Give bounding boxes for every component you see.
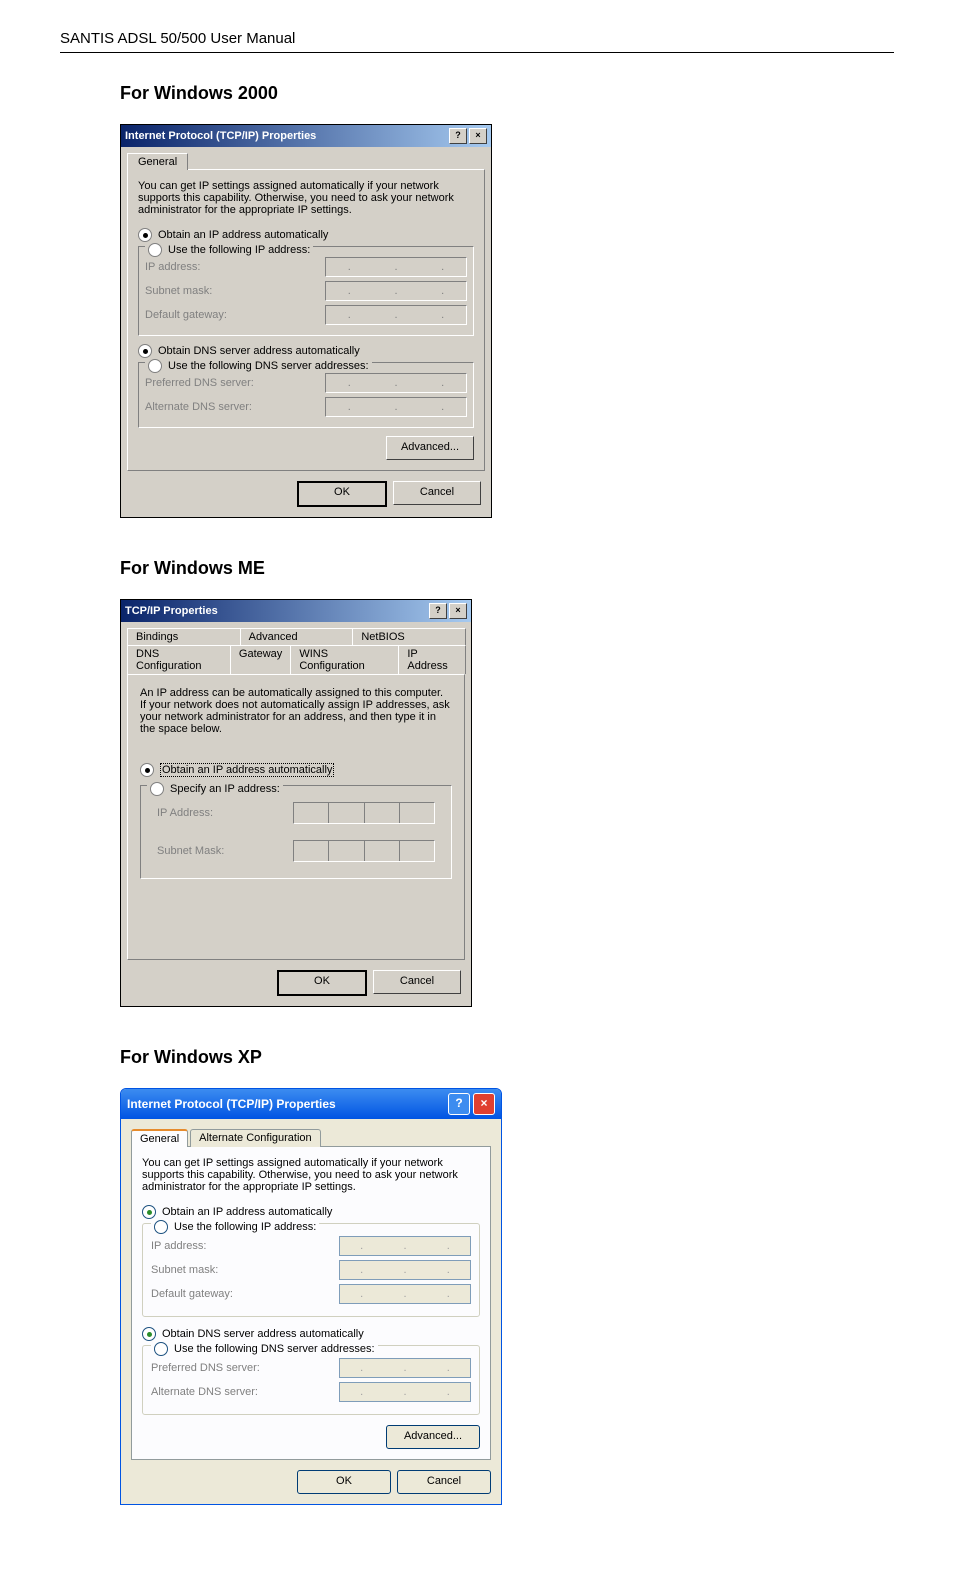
- tab-alternate[interactable]: Alternate Configuration: [190, 1129, 321, 1147]
- advanced-button[interactable]: Advanced...: [386, 436, 474, 460]
- tab-advanced[interactable]: Advanced: [240, 628, 354, 645]
- subnet-input: ...: [339, 1260, 471, 1280]
- cancel-button[interactable]: Cancel: [397, 1470, 491, 1494]
- radio-obtain-ip[interactable]: Obtain an IP address automatically: [142, 1205, 480, 1219]
- radio-icon: [142, 1205, 156, 1219]
- ip-address-input: ...: [339, 1236, 471, 1256]
- heading-win2000: For Windows 2000: [120, 83, 894, 104]
- ip-address-label: IP Address:: [157, 807, 293, 819]
- dialog-title: Internet Protocol (TCP/IP) Properties: [125, 130, 316, 142]
- cancel-button[interactable]: Cancel: [393, 481, 481, 505]
- heading-winxp: For Windows XP: [120, 1047, 894, 1068]
- page-header: SANTIS ADSL 50/500 User Manual: [60, 30, 894, 53]
- alt-dns-input: ...: [325, 397, 467, 417]
- subnet-label: Subnet mask:: [145, 285, 325, 297]
- radio-icon: [148, 243, 162, 257]
- alt-dns-label: Alternate DNS server:: [145, 401, 325, 413]
- radio-label: Obtain DNS server address automatically: [162, 1328, 364, 1340]
- help-icon[interactable]: ?: [448, 1093, 470, 1115]
- gateway-label: Default gateway:: [151, 1288, 339, 1300]
- radio-label: Use the following IP address:: [174, 1221, 316, 1233]
- advanced-button[interactable]: Advanced...: [386, 1425, 480, 1449]
- tab-general[interactable]: General: [131, 1129, 188, 1147]
- help-icon[interactable]: ?: [429, 603, 447, 619]
- subnet-input: [293, 840, 435, 862]
- radio-label: Use the following IP address:: [168, 244, 310, 256]
- radio-label: Specify an IP address:: [170, 783, 280, 795]
- description-text: You can get IP settings assigned automat…: [138, 180, 474, 216]
- radio-label: Obtain an IP address automatically: [162, 1206, 332, 1218]
- radio-icon: [150, 782, 164, 796]
- close-icon[interactable]: ×: [469, 128, 487, 144]
- tab-ip-address[interactable]: IP Address: [398, 645, 466, 674]
- ip-address-label: IP address:: [151, 1240, 339, 1252]
- radio-label: Use the following DNS server addresses:: [168, 360, 369, 372]
- radio-label: Use the following DNS server addresses:: [174, 1343, 375, 1355]
- dialog-winme: TCP/IP Properties ? × Bindings Advanced …: [120, 599, 472, 1007]
- tab-netbios[interactable]: NetBIOS: [352, 628, 466, 645]
- pref-dns-input: ...: [325, 373, 467, 393]
- radio-icon: [142, 1327, 156, 1341]
- radio-obtain-dns[interactable]: Obtain DNS server address automatically: [142, 1327, 480, 1341]
- dialog-title: TCP/IP Properties: [125, 605, 218, 617]
- description-text: An IP address can be automatically assig…: [140, 687, 452, 735]
- radio-specify-ip[interactable]: Specify an IP address:: [147, 782, 283, 796]
- ip-address-label: IP address:: [145, 261, 325, 273]
- pref-dns-label: Preferred DNS server:: [145, 377, 325, 389]
- tab-dns[interactable]: DNS Configuration: [127, 645, 231, 674]
- radio-use-ip[interactable]: Use the following IP address:: [151, 1220, 319, 1234]
- radio-obtain-ip[interactable]: Obtain an IP address automatically: [140, 763, 452, 777]
- tab-general[interactable]: General: [127, 153, 188, 170]
- radio-use-ip[interactable]: Use the following IP address:: [145, 243, 313, 257]
- subnet-input: ...: [325, 281, 467, 301]
- tab-bindings[interactable]: Bindings: [127, 628, 241, 645]
- tab-gateway[interactable]: Gateway: [230, 645, 291, 674]
- radio-icon: [140, 763, 154, 777]
- titlebar-win2000: Internet Protocol (TCP/IP) Properties ? …: [121, 125, 491, 147]
- alt-dns-input: ...: [339, 1382, 471, 1402]
- gateway-label: Default gateway:: [145, 309, 325, 321]
- titlebar-winme: TCP/IP Properties ? ×: [121, 600, 471, 622]
- radio-obtain-ip[interactable]: Obtain an IP address automatically: [138, 228, 474, 242]
- dialog-win2000: Internet Protocol (TCP/IP) Properties ? …: [120, 124, 492, 518]
- ok-button[interactable]: OK: [297, 1470, 391, 1494]
- pref-dns-input: ...: [339, 1358, 471, 1378]
- gateway-input: ...: [325, 305, 467, 325]
- radio-icon: [138, 344, 152, 358]
- dialog-winxp: Internet Protocol (TCP/IP) Properties ? …: [120, 1088, 502, 1505]
- radio-label: Obtain an IP address automatically: [158, 229, 328, 241]
- radio-use-dns[interactable]: Use the following DNS server addresses:: [145, 359, 372, 373]
- pref-dns-label: Preferred DNS server:: [151, 1362, 339, 1374]
- radio-use-dns[interactable]: Use the following DNS server addresses:: [151, 1342, 378, 1356]
- radio-label: Obtain an IP address automatically: [160, 763, 334, 777]
- cancel-button[interactable]: Cancel: [373, 970, 461, 994]
- heading-winme: For Windows ME: [120, 558, 894, 579]
- radio-icon: [138, 228, 152, 242]
- radio-icon: [154, 1220, 168, 1234]
- ok-button[interactable]: OK: [297, 481, 387, 507]
- tab-wins[interactable]: WINS Configuration: [290, 645, 399, 674]
- close-icon[interactable]: ×: [473, 1093, 495, 1115]
- titlebar-winxp: Internet Protocol (TCP/IP) Properties ? …: [121, 1089, 501, 1119]
- alt-dns-label: Alternate DNS server:: [151, 1386, 339, 1398]
- subnet-label: Subnet Mask:: [157, 845, 293, 857]
- header-text: SANTIS ADSL 50/500 User Manual: [60, 30, 295, 47]
- radio-obtain-dns[interactable]: Obtain DNS server address automatically: [138, 344, 474, 358]
- radio-label: Obtain DNS server address automatically: [158, 345, 360, 357]
- radio-icon: [148, 359, 162, 373]
- ip-address-input: [293, 802, 435, 824]
- dialog-title: Internet Protocol (TCP/IP) Properties: [127, 1097, 336, 1111]
- gateway-input: ...: [339, 1284, 471, 1304]
- subnet-label: Subnet mask:: [151, 1264, 339, 1276]
- radio-icon: [154, 1342, 168, 1356]
- ok-button[interactable]: OK: [277, 970, 367, 996]
- close-icon[interactable]: ×: [449, 603, 467, 619]
- help-icon[interactable]: ?: [449, 128, 467, 144]
- description-text: You can get IP settings assigned automat…: [142, 1157, 480, 1193]
- ip-address-input: ...: [325, 257, 467, 277]
